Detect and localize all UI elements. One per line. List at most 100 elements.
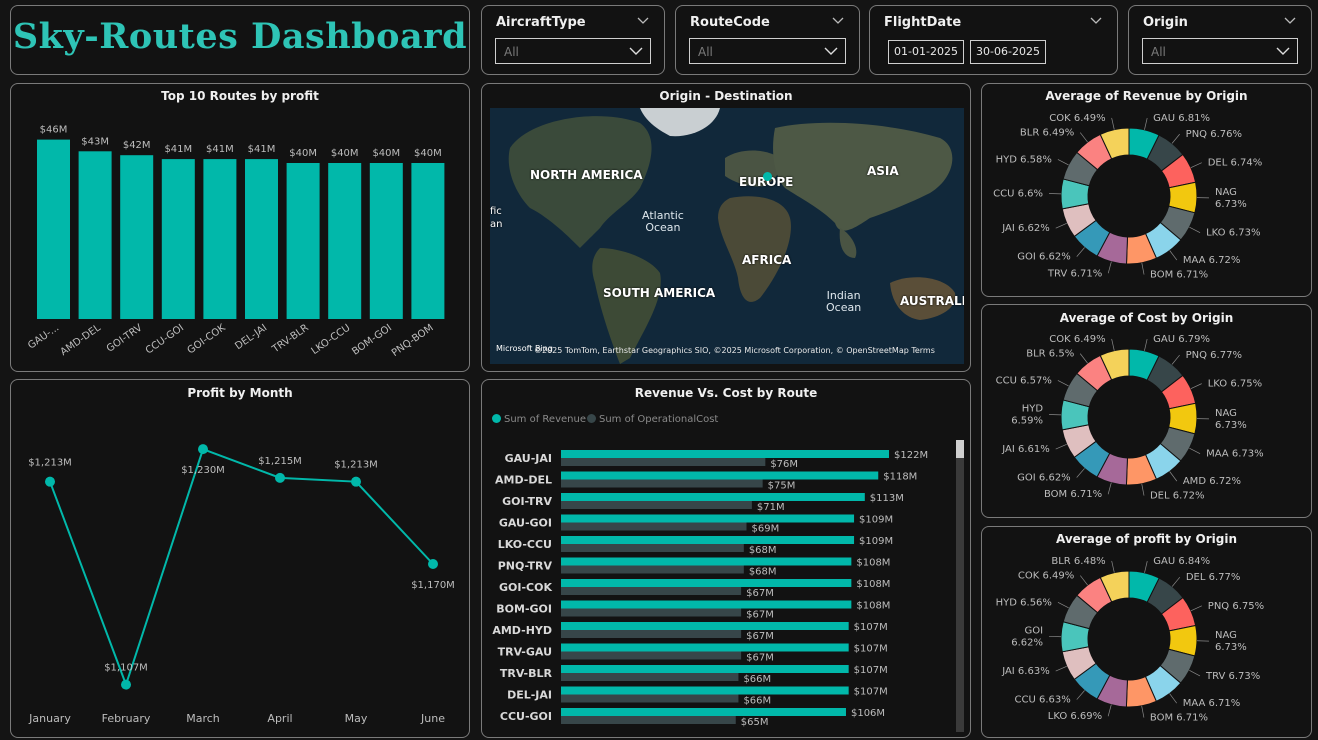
slice-data-label: HYD 6.59%	[1011, 403, 1043, 426]
bar	[203, 159, 237, 319]
slice-leader-line	[1107, 704, 1112, 717]
slice-leader-line	[1076, 690, 1085, 700]
slice-leader-line	[1144, 339, 1148, 351]
slice-leader-line	[1111, 117, 1115, 130]
cost-data-label: $66M	[743, 696, 771, 707]
slice-data-label: NAG 6.73%	[1215, 187, 1247, 210]
slice-leader-line	[1144, 561, 1148, 573]
map-card: Origin - Destination NORTH AMERICA EUROP…	[481, 83, 971, 372]
origin-slicer[interactable]: Origin All	[1128, 5, 1312, 75]
map-attribution[interactable]: ©2025 TomTom, Earthstar Geographics SIO,…	[534, 346, 935, 355]
bar	[369, 163, 403, 319]
scrollbar-thumb[interactable]	[956, 440, 964, 458]
cost-bar	[561, 694, 739, 703]
line-point	[351, 476, 361, 487]
slicer-label: RouteCode	[690, 15, 770, 30]
bar-data-label: $46M	[40, 125, 68, 136]
cost-bar	[561, 587, 742, 595]
slice-leader-line	[1171, 354, 1180, 365]
y-tick-label: TRV-GAU	[498, 646, 552, 659]
x-tick-label: March	[186, 712, 220, 725]
slice-leader-line	[1190, 383, 1202, 389]
x-tick-label: TRV-BLR	[270, 322, 311, 355]
route-code-dropdown[interactable]: All	[689, 38, 846, 64]
map-origin-marker[interactable]	[763, 172, 772, 181]
cost-bar	[561, 630, 742, 638]
slice-data-label: BOM 6.71%	[1044, 489, 1102, 500]
slice-leader-line	[1076, 468, 1085, 478]
y-tick-label: DEL-JAI	[507, 689, 552, 702]
bar-data-label: $43M	[81, 136, 109, 147]
slice-leader-line	[1057, 380, 1069, 387]
cost-data-label: $67M	[746, 588, 774, 599]
slice-leader-line	[1190, 162, 1202, 168]
slice-data-label: BLR 6.48%	[1051, 556, 1105, 567]
cost-data-label: $71M	[757, 502, 785, 513]
slice-data-label: DEL 6.74%	[1208, 158, 1263, 169]
slice-leader-line	[1076, 247, 1085, 257]
aircraft-type-slicer[interactable]: AircraftType All	[481, 5, 665, 75]
profit-line	[49, 447, 434, 688]
chevron-down-icon[interactable]	[1283, 14, 1297, 28]
y-tick-label: GOI-TRV	[502, 495, 552, 508]
line-point	[275, 472, 285, 483]
map-label-south-america: SOUTH AMERICA	[603, 286, 716, 300]
bar-data-label: $41M	[248, 144, 276, 155]
chevron-down-icon[interactable]	[831, 14, 845, 28]
revenue-bar	[561, 579, 852, 587]
revenue-bar	[561, 514, 855, 523]
cost-origin-donut: GAU 6.79% PNQ 6.77% LKO 6.75% NAG 6.73% MAA 6…	[996, 334, 1264, 502]
slice-data-label: AMD 6.72%	[1183, 476, 1241, 487]
flight-date-slicer[interactable]: FlightDate 01-01-2025 30-06-2025	[869, 5, 1118, 75]
slice-data-label: GAU 6.84%	[1153, 556, 1210, 567]
slice-data-label: LKO 6.69%	[1048, 711, 1102, 722]
start-date-input[interactable]: 01-01-2025	[888, 40, 964, 64]
x-tick-label: June	[420, 712, 445, 725]
slice-data-label: BOM 6.71%	[1150, 713, 1208, 724]
point-data-label: $1,107M	[104, 663, 148, 674]
point-data-label: $1,213M	[28, 458, 72, 469]
end-date-input[interactable]: 30-06-2025	[970, 40, 1046, 64]
revenue-data-label: $109M	[859, 515, 893, 526]
revenue-bar	[561, 708, 846, 716]
x-tick-label: BOM-GOI	[350, 322, 394, 357]
origin-dropdown[interactable]: All	[1142, 38, 1298, 64]
bar-data-label: $40M	[331, 148, 359, 159]
revenue-bar	[561, 471, 879, 480]
chevron-down-icon	[824, 47, 838, 55]
revenue-bar	[561, 536, 855, 544]
slice-data-label: NAG 6.73%	[1215, 630, 1247, 653]
revenue-origin-donut: GAU 6.81% PNQ 6.76% DEL 6.74% NAG 6.73% LKO 6…	[993, 113, 1263, 281]
bar-data-label: $41M	[206, 144, 234, 155]
x-tick-label: DEL-JAI	[233, 322, 269, 352]
slice-data-label: COK 6.49%	[1049, 334, 1105, 345]
map-label-pacific-fragment-2: an	[490, 219, 503, 230]
scrollbar-track[interactable]	[956, 440, 964, 732]
profit-month-card: Profit by Month $1,213M January $1,107M Feb…	[10, 379, 470, 738]
slice-data-label: CCU 6.57%	[996, 375, 1052, 386]
slice-leader-line	[1111, 560, 1115, 573]
route-code-slicer[interactable]: RouteCode All	[675, 5, 860, 75]
bar	[78, 151, 112, 319]
cost-data-label: $75M	[768, 481, 796, 492]
slice-data-label: BLR 6.49%	[1020, 128, 1074, 139]
title-card: Sky-Routes Dashboard	[10, 5, 470, 75]
world-map[interactable]: NORTH AMERICA EUROPE ASIA AFRICA SOUTH A…	[490, 108, 964, 364]
x-tick-label: GAU-...	[26, 322, 61, 351]
map-ocean-indian: Indian Ocean	[826, 289, 862, 314]
slice-leader-line	[1189, 226, 1201, 234]
bar	[245, 159, 278, 319]
x-tick-label: PNQ-BOM	[390, 322, 436, 359]
slice-leader-line	[1055, 223, 1067, 229]
slice-data-label: GOI 6.62%	[1011, 625, 1043, 648]
y-tick-label: TRV-BLR	[500, 667, 553, 680]
map-label-north-america: NORTH AMERICA	[530, 168, 643, 182]
cost-bar	[561, 565, 744, 574]
chevron-down-icon[interactable]	[1089, 14, 1103, 28]
aircraft-type-dropdown[interactable]: All	[495, 38, 651, 64]
slice-data-label: JAI 6.62%	[1001, 223, 1050, 234]
chevron-down-icon[interactable]	[636, 14, 650, 28]
slice-leader-line	[1190, 605, 1202, 612]
map-label-asia: ASIA	[867, 164, 899, 178]
cost-data-label: $69M	[752, 524, 780, 535]
